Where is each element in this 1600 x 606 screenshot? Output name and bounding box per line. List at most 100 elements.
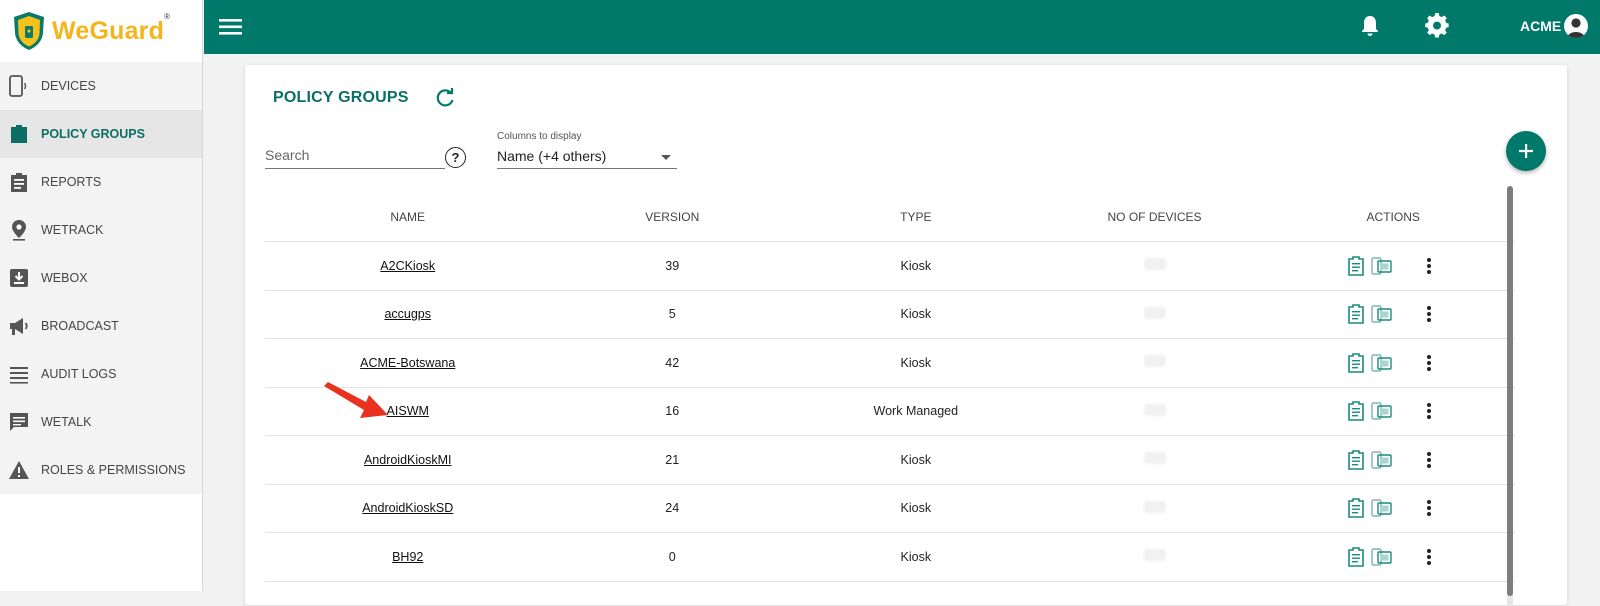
policy-details-icon[interactable]	[1345, 400, 1367, 422]
policy-details-icon[interactable]	[1345, 255, 1367, 277]
more-options-icon[interactable]	[1417, 545, 1441, 569]
cell-devices	[1038, 452, 1272, 467]
columns-to-display-select[interactable]: Name (+4 others)	[497, 145, 677, 169]
sidebar-item-label: WETALK	[41, 415, 92, 429]
account-name: ACME	[1520, 18, 1562, 34]
dropdown-caret-icon	[661, 155, 671, 160]
columns-to-display-label: Columns to display	[497, 131, 582, 142]
policy-details-icon[interactable]	[1345, 497, 1367, 519]
assign-devices-icon[interactable]	[1371, 449, 1393, 471]
policy-details-icon[interactable]	[1345, 449, 1367, 471]
assign-devices-icon[interactable]	[1371, 352, 1393, 374]
more-options-icon[interactable]	[1417, 302, 1441, 326]
brand-name-guard: Guard	[89, 16, 165, 45]
table-row: A2CKiosk 39 Kiosk	[265, 242, 1515, 291]
cell-type: Kiosk	[900, 307, 932, 322]
scrollbar[interactable]	[1507, 186, 1513, 606]
policy-groups-card: POLICY GROUPS ? Columns to display Name …	[245, 65, 1567, 606]
cell-actions	[1271, 448, 1515, 472]
cell-version: 5	[668, 307, 676, 322]
warning-icon	[8, 459, 30, 481]
brand-logo[interactable]: WeGuard ®	[0, 0, 202, 62]
cell-version: 21	[665, 452, 680, 467]
policy-details-icon[interactable]	[1345, 546, 1367, 568]
column-header-type[interactable]: TYPE	[794, 210, 1038, 224]
page-title: POLICY GROUPS	[273, 89, 409, 106]
assign-devices-icon[interactable]	[1371, 497, 1393, 519]
scrollbar-thumb[interactable]	[1507, 186, 1513, 596]
policy-group-link[interactable]: ACME-Botswana	[360, 356, 455, 370]
account-menu[interactable]: ACME	[1520, 14, 1589, 38]
table-header: NAME VERSION TYPE NO OF DEVICES ACTIONS	[265, 193, 1515, 242]
assign-devices-icon[interactable]	[1371, 303, 1393, 325]
sidebar-item-roles-permissions[interactable]: ROLES & PERMISSIONS	[0, 446, 202, 494]
cell-actions	[1271, 496, 1515, 520]
policy-group-link[interactable]: BH92	[392, 550, 423, 564]
clipboard-icon	[8, 171, 30, 193]
sidebar-item-policy-groups[interactable]: POLICY GROUPS	[0, 110, 202, 158]
more-options-icon[interactable]	[1417, 351, 1441, 375]
cell-type: Kiosk	[900, 549, 932, 564]
plus-icon	[1519, 144, 1533, 158]
policy-groups-table: NAME VERSION TYPE NO OF DEVICES ACTIONS …	[265, 193, 1515, 582]
sidebar-item-wetalk[interactable]: WETALK	[0, 398, 202, 446]
sidebar-item-label: AUDIT LOGS	[41, 367, 117, 381]
cell-type: Kiosk	[900, 355, 932, 370]
assign-devices-icon[interactable]	[1371, 255, 1393, 277]
column-header-name[interactable]: NAME	[265, 210, 550, 224]
shield-logo-icon	[14, 12, 44, 50]
help-icon[interactable]: ?	[445, 147, 466, 168]
policy-details-icon[interactable]	[1345, 352, 1367, 374]
sidebar-item-audit-logs[interactable]: AUDIT LOGS	[0, 350, 202, 398]
hamburger-menu-icon[interactable]	[218, 14, 244, 40]
megaphone-icon	[8, 315, 30, 337]
top-app-bar: ACME	[204, 0, 1600, 54]
cell-name: accugps	[265, 307, 550, 321]
policy-group-link[interactable]: A2CKiosk	[380, 259, 435, 273]
table-row: accugps 5 Kiosk	[265, 291, 1515, 339]
cell-name: ACME-Botswana	[265, 356, 550, 370]
policy-group-link[interactable]: AISWM	[387, 404, 429, 418]
sidebar-item-wetrack[interactable]: WETRACK	[0, 206, 202, 254]
policy-group-link[interactable]: AndroidKioskMI	[364, 453, 452, 467]
more-options-icon[interactable]	[1417, 254, 1441, 278]
table-row: AISWM 16 Work Managed	[265, 388, 1515, 436]
avatar-icon	[1564, 14, 1589, 38]
more-options-icon[interactable]	[1417, 496, 1441, 520]
cell-name: BH92	[265, 550, 550, 564]
policy-group-link[interactable]: AndroidKioskSD	[362, 501, 453, 515]
redacted-device-count	[1143, 500, 1166, 513]
cell-type: Kiosk	[900, 258, 932, 273]
cell-actions	[1271, 351, 1515, 375]
search-input[interactable]	[265, 145, 435, 163]
refresh-icon[interactable]	[434, 87, 456, 109]
sidebar-item-devices[interactable]: DEVICES	[0, 62, 202, 110]
more-options-icon[interactable]	[1417, 448, 1441, 472]
assign-devices-icon[interactable]	[1371, 400, 1393, 422]
cell-type: Kiosk	[900, 501, 932, 516]
bell-icon[interactable]	[1358, 14, 1382, 38]
policy-details-icon[interactable]	[1345, 303, 1367, 325]
policy-group-link[interactable]: accugps	[384, 307, 431, 321]
more-options-icon[interactable]	[1417, 399, 1441, 423]
gear-icon[interactable]	[1424, 13, 1450, 39]
cell-devices	[1038, 306, 1272, 322]
phone-icon	[8, 75, 30, 97]
sidebar-item-broadcast[interactable]: BROADCAST	[0, 302, 202, 350]
badge-icon	[8, 123, 30, 145]
cell-version: 42	[665, 355, 680, 370]
sidebar-item-label: DEVICES	[41, 79, 96, 93]
sidebar-item-reports[interactable]: REPORTS	[0, 158, 202, 206]
cell-version: 39	[665, 258, 680, 273]
cell-actions	[1271, 545, 1515, 569]
redacted-device-count	[1143, 549, 1166, 562]
sidebar-item-webox[interactable]: WEBOX	[0, 254, 202, 302]
sidebar-item-label: ROLES & PERMISSIONS	[41, 463, 186, 477]
add-policy-group-button[interactable]	[1506, 131, 1546, 171]
column-header-version[interactable]: VERSION	[550, 210, 794, 224]
cell-devices	[1038, 403, 1272, 419]
table-row: AndroidKioskMI 21 Kiosk	[265, 436, 1515, 485]
assign-devices-icon[interactable]	[1371, 546, 1393, 568]
redacted-device-count	[1143, 258, 1166, 271]
column-header-devices[interactable]: NO OF DEVICES	[1038, 210, 1272, 224]
